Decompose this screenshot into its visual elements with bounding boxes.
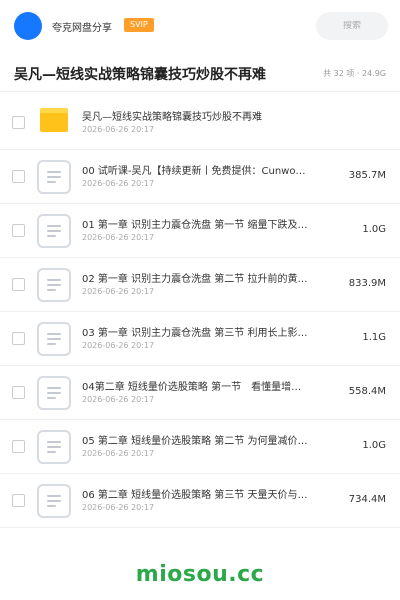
document-icon (37, 268, 71, 302)
file-name: 03 第一章 识别主力震仓洗盘 第三节 利用长上影… (82, 328, 308, 339)
list-item[interactable]: 06 第二章 短线量价选股策略 第三节 天量天价与… 2026-06-26 20… (0, 474, 400, 528)
file-name: 06 第二章 短线量价选股策略 第三节 天量天价与… (82, 490, 308, 501)
file-name: 吴凡—短线实战策略锦囊技巧炒股不再难 (82, 112, 262, 123)
document-icon (37, 376, 71, 410)
document-icon (37, 430, 71, 464)
file-name: 04第二章 短线量价选股策略 第一节 看懂量增… (82, 382, 302, 393)
file-size: 385.7M (348, 170, 386, 181)
user-name: 夸克网盘分享 (52, 23, 112, 34)
list-item[interactable]: 05 第二章 短线量价选股策略 第二节 为何量减价… 2026-06-26 20… (0, 420, 400, 474)
checkbox[interactable] (12, 170, 25, 183)
page-title: 吴凡—短线实战策略锦囊技巧炒股不再难 (14, 67, 266, 83)
file-date: 2026-06-26 20:17 (82, 341, 155, 350)
file-size: 1.0G (362, 224, 386, 235)
checkbox[interactable] (12, 494, 25, 507)
list-item[interactable]: 02 第一章 识别主力震仓洗盘 第二节 拉升前的黄… 2026-06-26 20… (0, 258, 400, 312)
file-name: 02 第一章 识别主力震仓洗盘 第二节 拉升前的黄… (82, 274, 308, 285)
file-date: 2026-06-26 20:17 (82, 179, 155, 188)
list-item[interactable]: 04第二章 短线量价选股策略 第一节 看懂量增… 2026-06-26 20:1… (0, 366, 400, 420)
document-icon (37, 484, 71, 518)
file-date: 2026-06-26 20:17 (82, 449, 155, 458)
list-item[interactable]: 03 第一章 识别主力震仓洗盘 第三节 利用长上影… 2026-06-26 20… (0, 312, 400, 366)
folder-title-bar: 吴凡—短线实战策略锦囊技巧炒股不再难 共 32 项 · 24.9G (0, 56, 400, 92)
watermark: miosou.cc (135, 562, 265, 587)
document-icon (37, 322, 71, 356)
document-icon (37, 160, 71, 194)
file-name: 01 第一章 识别主力震仓洗盘 第一节 缩量下跌及… (82, 220, 308, 231)
folder-meta: 共 32 项 · 24.9G (323, 69, 386, 78)
list-item[interactable]: 吴凡—短线实战策略锦囊技巧炒股不再难 2026-06-26 20:17 (0, 96, 400, 150)
list-item[interactable]: 00 试听课-吴凡【持续更新丨免费提供：Cunwo… 2026-06-26 20… (0, 150, 400, 204)
checkbox[interactable] (12, 116, 25, 129)
checkbox[interactable] (12, 440, 25, 453)
file-size: 558.4M (348, 386, 386, 397)
file-name: 00 试听课-吴凡【持续更新丨免费提供：Cunwo… (82, 166, 306, 177)
header: 夸克网盘分享 SVIP (0, 0, 400, 52)
checkbox[interactable] (12, 224, 25, 237)
avatar[interactable] (14, 12, 42, 40)
file-size: 734.4M (348, 494, 386, 505)
checkbox[interactable] (12, 332, 25, 345)
list-item[interactable]: 01 第一章 识别主力震仓洗盘 第一节 缩量下跌及… 2026-06-26 20… (0, 204, 400, 258)
file-date: 2026-06-26 20:17 (82, 233, 155, 242)
file-list: 吴凡—短线实战策略锦囊技巧炒股不再难 2026-06-26 20:17 00 试… (0, 96, 400, 528)
checkbox[interactable] (12, 278, 25, 291)
file-date: 2026-06-26 20:17 (82, 125, 155, 134)
document-icon (37, 214, 71, 248)
checkbox[interactable] (12, 386, 25, 399)
svip-badge: SVIP (124, 18, 154, 32)
file-name: 05 第二章 短线量价选股策略 第二节 为何量减价… (82, 436, 308, 447)
file-date: 2026-06-26 20:17 (82, 503, 155, 512)
file-date: 2026-06-26 20:17 (82, 287, 155, 296)
search-box[interactable] (316, 12, 388, 40)
file-size: 833.9M (348, 278, 386, 289)
file-size: 1.0G (362, 440, 386, 451)
file-date: 2026-06-26 20:17 (82, 395, 155, 404)
search-input[interactable] (322, 21, 382, 31)
folder-icon (40, 108, 68, 132)
file-size: 1.1G (362, 332, 386, 343)
